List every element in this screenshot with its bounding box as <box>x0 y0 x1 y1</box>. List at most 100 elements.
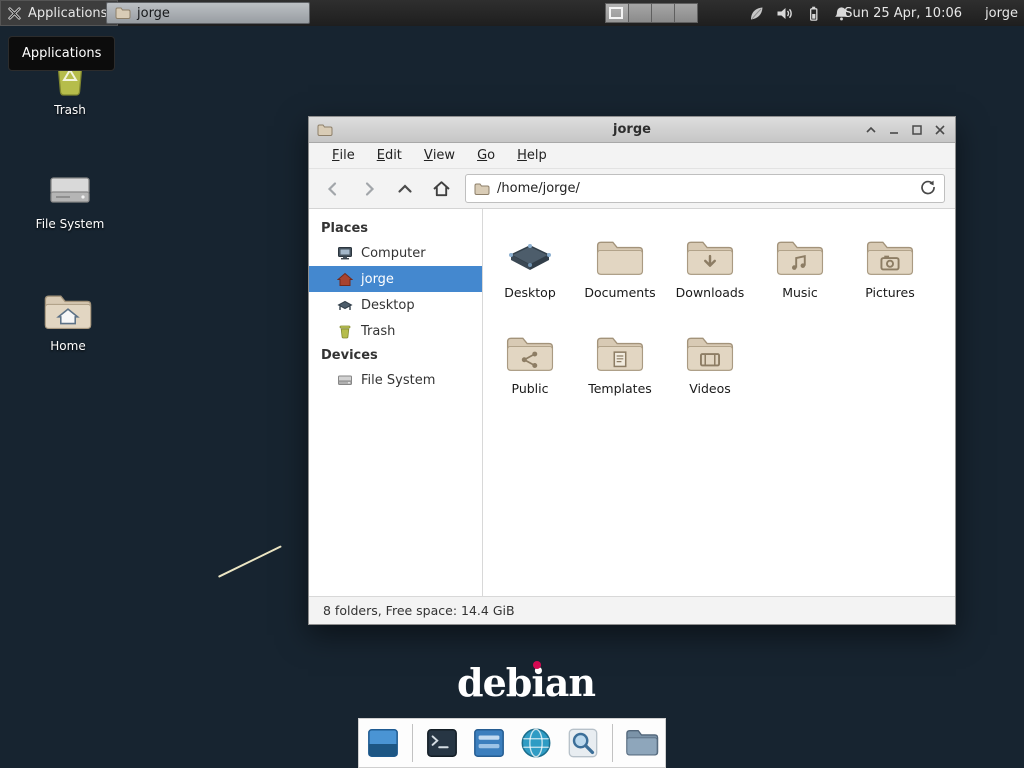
desktop-display-icon <box>366 726 400 760</box>
sidebar-item-label: Trash <box>361 324 395 339</box>
dock-show-desktop-button[interactable] <box>365 725 401 761</box>
file-item-documents[interactable]: Documents <box>575 223 665 315</box>
desktop-icon-file-system[interactable]: File System <box>20 170 120 231</box>
desktop-artifact-line <box>218 545 282 577</box>
file-item-label: Desktop <box>504 285 556 300</box>
sidebar-item-label: File System <box>361 373 435 388</box>
file-item-videos[interactable]: Videos <box>665 319 755 411</box>
sidebar-item-label: jorge <box>361 272 394 287</box>
file-grid: Desktop Documents <box>483 209 955 596</box>
desktop-folder-icon <box>504 239 556 279</box>
workspace-1[interactable] <box>605 3 629 23</box>
sidebar-item-desktop[interactable]: Desktop <box>309 292 482 318</box>
videos-folder-icon <box>684 335 736 375</box>
folder-icon <box>115 6 131 20</box>
volume-icon[interactable] <box>776 5 794 22</box>
sidebar-item-jorge[interactable]: jorge <box>309 266 482 292</box>
file-item-public[interactable]: Public <box>485 319 575 411</box>
minimize-button[interactable] <box>887 123 901 137</box>
debian-logo-text: deb <box>457 660 531 705</box>
sidebar-item-label: Computer <box>361 246 426 261</box>
hard-drive-icon <box>337 372 353 388</box>
clock[interactable]: Sun 25 Apr, 10:06 <box>844 0 962 26</box>
panel-username[interactable]: jorge <box>985 0 1018 26</box>
maximize-button[interactable] <box>910 123 924 137</box>
folder-icon <box>594 239 646 279</box>
sidebar-devices-header: Devices <box>309 344 482 367</box>
back-button[interactable] <box>317 174 349 204</box>
templates-folder-icon <box>594 335 646 375</box>
dock-file-manager-button[interactable] <box>624 725 660 761</box>
dock-web-browser-button[interactable] <box>518 725 554 761</box>
shade-button[interactable] <box>864 123 878 137</box>
menu-file[interactable]: File <box>321 143 366 169</box>
folder-icon <box>474 182 490 196</box>
workspace-pager[interactable] <box>606 3 698 23</box>
home-icon <box>337 272 353 287</box>
desktop-icon-label: Trash <box>20 103 120 117</box>
applications-menu-button[interactable]: Applications <box>0 0 118 26</box>
workspace-2[interactable] <box>628 3 652 23</box>
menubar: File Edit View Go Help <box>309 143 955 169</box>
settings-panel-icon <box>472 726 506 760</box>
desktop-icon-home[interactable]: Home <box>18 292 118 353</box>
home-button[interactable] <box>425 174 457 204</box>
music-folder-icon <box>774 239 826 279</box>
debian-logo-i: i <box>531 660 544 705</box>
file-item-label: Videos <box>689 381 731 396</box>
leaf-icon[interactable] <box>748 5 765 22</box>
debian-logo-text: an <box>545 660 595 705</box>
downloads-folder-icon <box>684 239 736 279</box>
file-item-pictures[interactable]: Pictures <box>845 223 935 315</box>
applications-menu-icon <box>7 6 22 21</box>
file-item-desktop[interactable]: Desktop <box>485 223 575 315</box>
desktop-root: Applications jorge <box>0 0 1024 768</box>
home-folder-icon <box>43 292 93 334</box>
dock-terminal-button[interactable] <box>424 725 460 761</box>
debian-logo: debian <box>457 660 595 705</box>
file-item-music[interactable]: Music <box>755 223 845 315</box>
file-item-label: Pictures <box>865 285 915 300</box>
up-button[interactable] <box>389 174 421 204</box>
workspace-3[interactable] <box>651 3 675 23</box>
system-tray <box>748 0 850 26</box>
window-title: jorge <box>309 122 955 137</box>
applications-tooltip: Applications <box>8 36 115 71</box>
folder-icon <box>625 727 659 759</box>
window-body: Places Computer jorge <box>309 209 955 596</box>
desktop-icon <box>337 298 353 313</box>
file-item-label: Music <box>782 285 818 300</box>
applications-menu-label: Applications <box>28 6 107 21</box>
dock-app-finder-button[interactable] <box>565 725 601 761</box>
location-path[interactable]: /home/jorge/ <box>497 181 913 196</box>
desktop-icon-label: Home <box>18 339 118 353</box>
computer-icon <box>337 245 353 261</box>
file-manager-window[interactable]: jorge File Edit View Go Help <box>308 116 956 625</box>
menu-go[interactable]: Go <box>466 143 506 169</box>
file-item-label: Documents <box>584 285 655 300</box>
workspace-window-thumb <box>609 7 623 19</box>
menu-edit[interactable]: Edit <box>366 143 413 169</box>
file-item-templates[interactable]: Templates <box>575 319 665 411</box>
close-button[interactable] <box>933 123 947 137</box>
taskbar-window-label: jorge <box>137 6 170 21</box>
window-controls <box>864 123 947 137</box>
toolbar: /home/jorge/ <box>309 169 955 209</box>
sidebar-item-file-system[interactable]: File System <box>309 367 482 393</box>
dock-separator <box>612 724 613 762</box>
menu-view[interactable]: View <box>413 143 466 169</box>
reload-button[interactable] <box>920 179 936 199</box>
sidebar-item-trash[interactable]: Trash <box>309 318 482 344</box>
location-bar[interactable]: /home/jorge/ <box>465 174 945 203</box>
workspace-4[interactable] <box>674 3 698 23</box>
forward-button[interactable] <box>353 174 385 204</box>
taskbar-window-button[interactable]: jorge <box>106 2 310 24</box>
statusbar: 8 folders, Free space: 14.4 GiB <box>309 596 955 624</box>
menu-help[interactable]: Help <box>506 143 558 169</box>
window-titlebar[interactable]: jorge <box>309 117 955 143</box>
dock-settings-button[interactable] <box>471 725 507 761</box>
battery-icon[interactable] <box>805 5 822 22</box>
file-item-downloads[interactable]: Downloads <box>665 223 755 315</box>
sidebar-item-computer[interactable]: Computer <box>309 240 482 266</box>
pictures-folder-icon <box>864 239 916 279</box>
